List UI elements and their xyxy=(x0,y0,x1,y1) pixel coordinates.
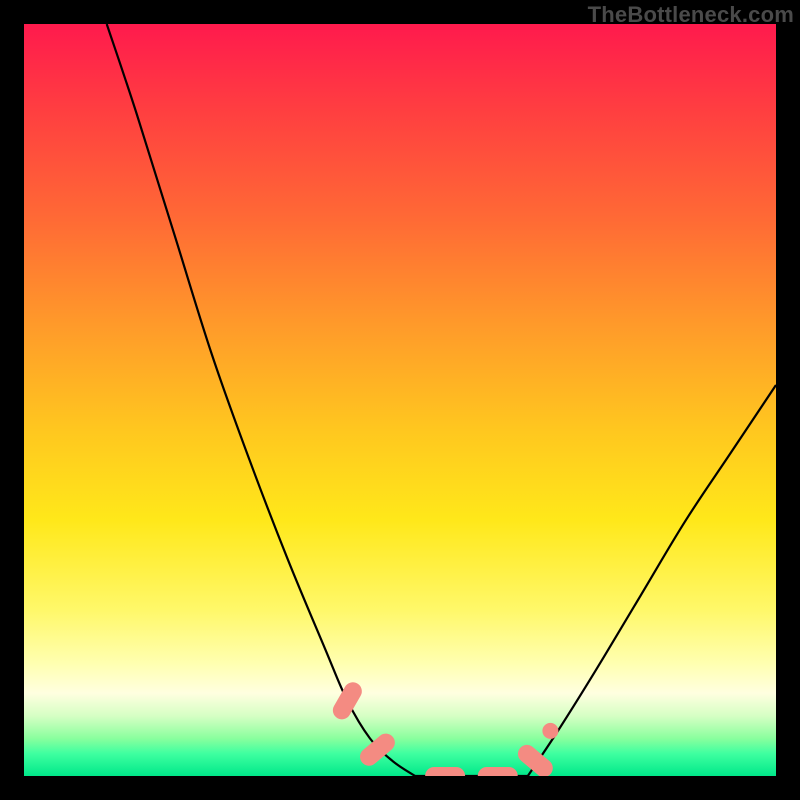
watermark: TheBottleneck.com xyxy=(588,2,794,28)
marker-group xyxy=(330,679,559,776)
marker-m2 xyxy=(356,730,398,770)
curve-right-branch xyxy=(528,385,776,776)
marker-m1 xyxy=(330,679,366,723)
marker-m4 xyxy=(478,767,518,776)
outer-frame: TheBottleneck.com xyxy=(0,0,800,800)
marker-m6 xyxy=(542,723,558,739)
curve-layer xyxy=(24,24,776,776)
marker-m5 xyxy=(514,741,556,776)
plot-area xyxy=(24,24,776,776)
marker-m3 xyxy=(425,767,465,776)
curve-left-branch xyxy=(107,24,415,776)
